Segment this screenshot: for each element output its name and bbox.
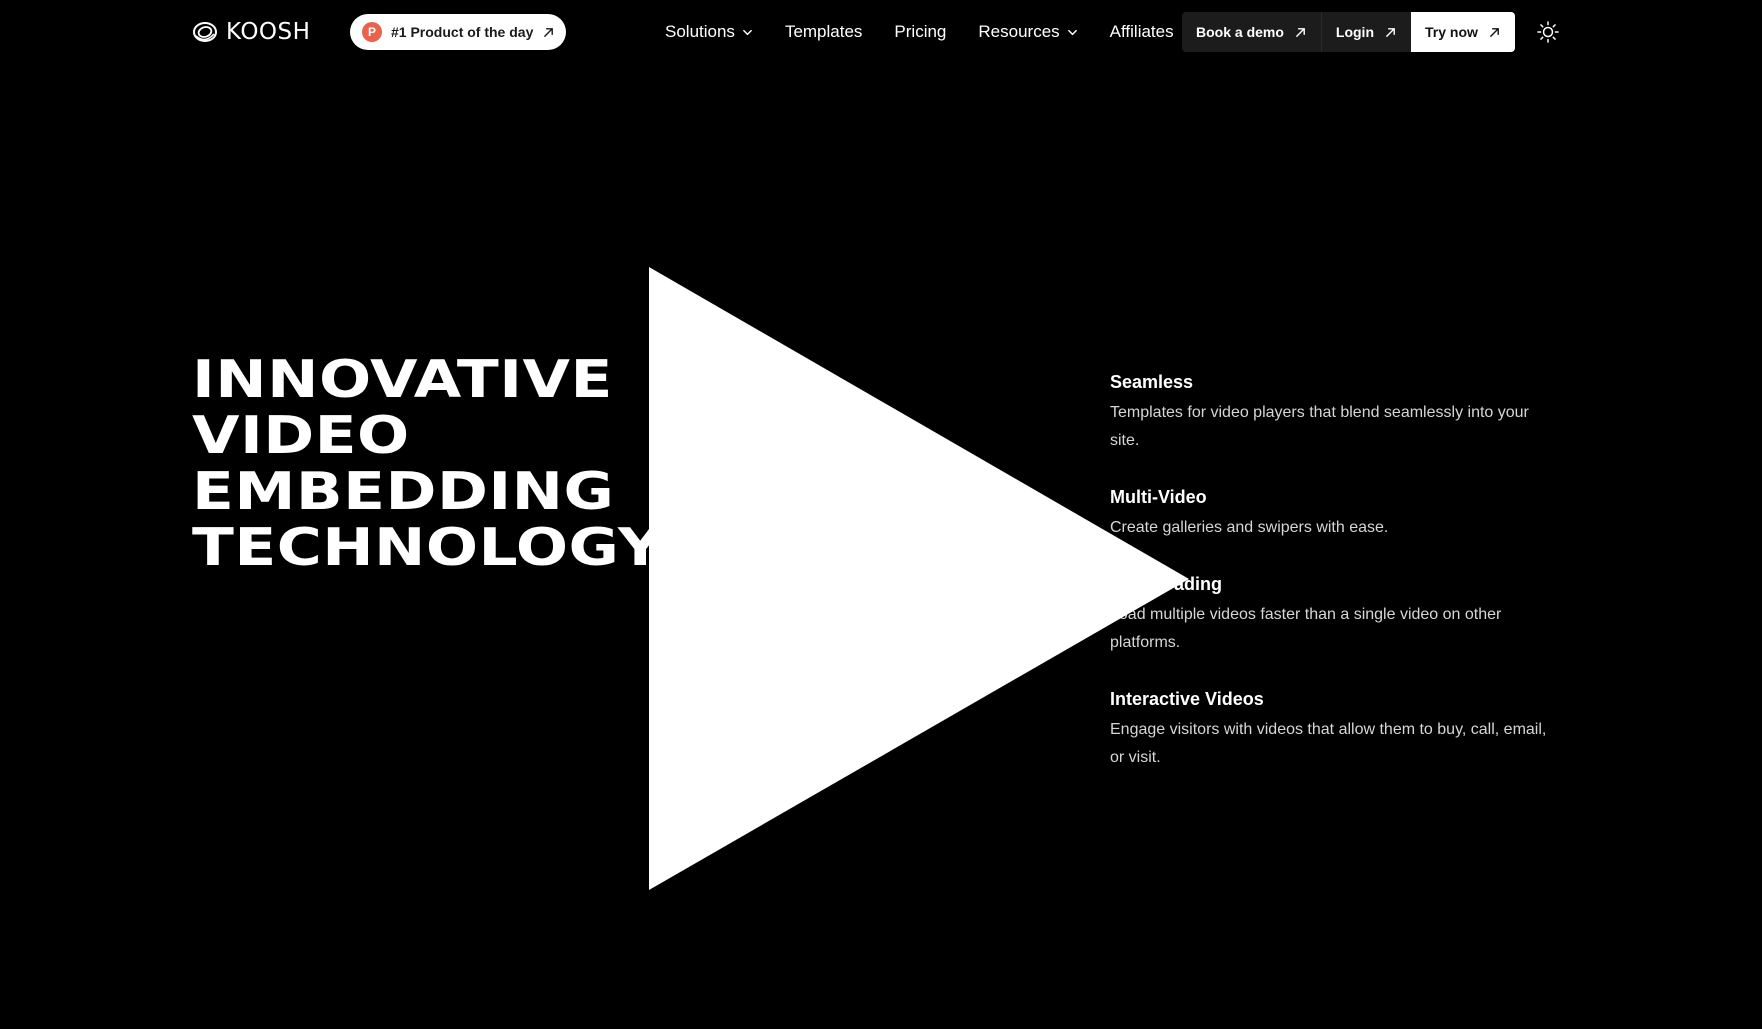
product-of-the-day-badge[interactable]: P #1 Product of the day: [350, 14, 566, 50]
nav-item-templates[interactable]: Templates: [785, 22, 862, 42]
header-actions: Book a demo Login Try now: [1182, 12, 1515, 52]
headline-line: INNOVATIVE: [192, 350, 613, 410]
headline-line: EMBEDDING: [192, 462, 615, 522]
site-header: KOOSH P #1 Product of the day Solutions …: [0, 0, 1762, 64]
arrow-up-right-icon: [1386, 27, 1395, 37]
feature-title: Interactive Videos: [1110, 689, 1264, 709]
feature-description: Engage visitors with videos that allow t…: [1110, 721, 1547, 766]
arrow-up-right-icon: [1295, 27, 1305, 37]
badge-label: #1 Product of the day: [391, 24, 534, 40]
nav-label: Affiliates: [1109, 22, 1174, 41]
nav-item-pricing[interactable]: Pricing: [894, 22, 946, 42]
nav-label: Solutions: [665, 22, 735, 41]
nav-label: Templates: [784, 22, 863, 41]
nav-item-resources[interactable]: Resources: [978, 22, 1077, 42]
feature-description: Templates for video players that blend s…: [1110, 404, 1529, 449]
koosh-logo-icon: [193, 22, 217, 42]
book-demo-label: Book a demo: [1196, 24, 1284, 40]
brand-name: KOOSH: [226, 19, 311, 45]
arrow-up-right-icon: [1490, 27, 1499, 37]
try-now-button[interactable]: Try now: [1411, 12, 1515, 52]
nav-item-affiliates[interactable]: Affiliates: [1110, 22, 1174, 42]
nav-item-solutions[interactable]: Solutions: [665, 22, 753, 42]
feature-item: Multi-Video Create galleries and swipers…: [1110, 485, 1560, 542]
login-button[interactable]: Login: [1321, 12, 1412, 52]
sun-icon[interactable]: [1536, 20, 1560, 44]
login-label: Login: [1335, 24, 1375, 40]
headline-line: VIDEO: [192, 406, 410, 466]
headline-line: TECHNOLOGY: [192, 518, 663, 578]
nav-label: Resources: [978, 22, 1060, 41]
chevron-down-icon: [1067, 29, 1077, 35]
book-demo-button[interactable]: Book a demo: [1182, 12, 1322, 52]
brand-logo[interactable]: KOOSH: [192, 17, 310, 47]
main-nav: Solutions Templates Pricing Resources Af…: [665, 18, 1174, 46]
hero-headline: INNOVATIVE VIDEO EMBEDDING TECHNOLOGY: [192, 352, 663, 576]
feature-list: Seamless Templates for video players tha…: [1110, 370, 1560, 802]
product-hunt-icon: P: [362, 22, 382, 42]
try-now-label: Try now: [1425, 24, 1478, 40]
feature-item: Seamless Templates for video players tha…: [1110, 370, 1560, 455]
feature-description: Create galleries and swipers with ease.: [1110, 519, 1389, 536]
feature-description: Load multiple videos faster than a singl…: [1110, 606, 1502, 651]
feature-title: Multi-Video: [1110, 487, 1207, 507]
feature-title: Seamless: [1110, 372, 1194, 392]
feature-item: Interactive Videos Engage visitors with …: [1110, 687, 1560, 772]
chevron-down-icon: [743, 29, 752, 35]
play-icon[interactable]: [649, 267, 1189, 890]
arrow-up-right-icon: [544, 27, 554, 37]
page: KOOSH P #1 Product of the day Solutions …: [0, 0, 1762, 1029]
nav-label: Pricing: [894, 22, 947, 41]
